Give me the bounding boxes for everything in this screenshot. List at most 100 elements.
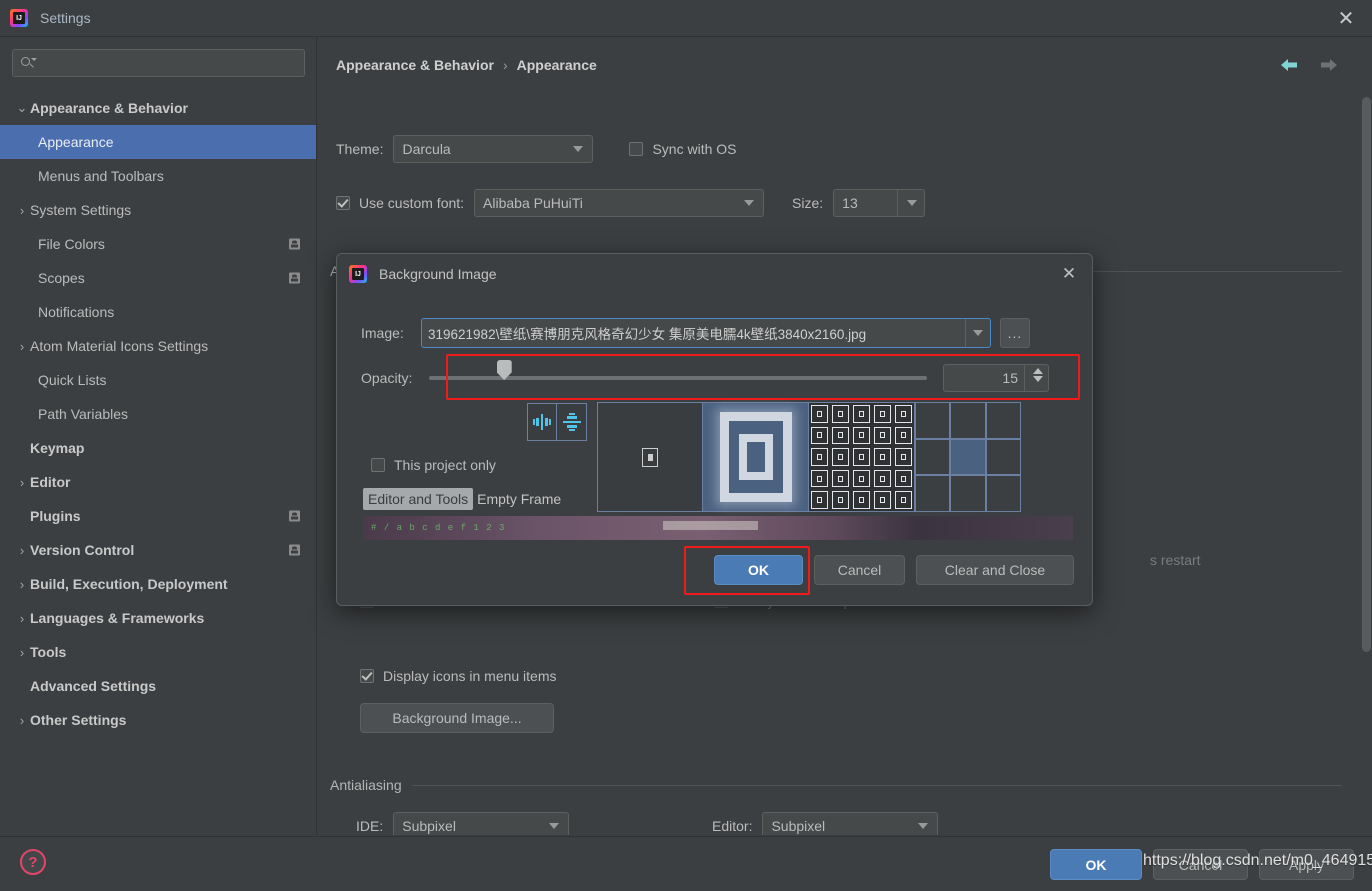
anchor-cell-middle-right[interactable] [985,438,1021,476]
tile-cell [895,426,912,445]
sidebar-item-advanced-settings[interactable]: ›Advanced Settings [0,669,316,703]
sidebar-item-editor[interactable]: › Editor [0,465,316,499]
opacity-spinner[interactable]: 15 [943,364,1049,392]
image-path-field[interactable]: 319621982\壁纸\赛博朋克风格奇幻少女 集原美电臑4k壁纸3840x21… [421,318,991,348]
fill-scale-icon[interactable] [703,402,809,512]
chevron-right-icon[interactable]: › [14,339,30,354]
editor-aa-combo[interactable]: Subpixel [762,812,939,835]
spinner-up-icon[interactable] [1033,368,1043,374]
search-box[interactable] [12,49,305,77]
menu-icons-label: Display icons in menu items [383,668,557,684]
breadcrumb-parent[interactable]: Appearance & Behavior [336,57,494,73]
anchor-cell-bottom-right[interactable] [985,475,1021,512]
anchor-cell-middle-left[interactable] [915,438,951,476]
checkbox-box [360,669,374,683]
search-input[interactable] [39,55,296,71]
back-arrow-icon[interactable] [1278,54,1300,76]
tile-cell [874,469,891,488]
close-icon[interactable]: ✕ [1320,0,1372,37]
chevron-right-icon[interactable]: › [14,577,30,592]
restart-note: s restart [1150,552,1201,568]
sidebar-item-version-control[interactable]: › Version Control [0,533,316,567]
project-scope-badge-icon [289,272,300,284]
use-custom-font-label: Use custom font: [359,195,465,211]
tile-cell [832,469,849,488]
spinner-down-icon[interactable] [1033,376,1043,382]
sidebar-item-notifications[interactable]: ›Notifications [0,295,316,329]
font-family-combo[interactable]: Alibaba PuHuiTi [474,189,765,217]
chevron-right-icon[interactable]: › [14,645,30,660]
background-image-button[interactable]: Background Image... [360,703,554,733]
font-size-combo[interactable]: 13 [833,189,926,217]
sidebar-item-build-execution-deployment[interactable]: › Build, Execution, Deployment [0,567,316,601]
sidebar-item-atom-material-icons-settings[interactable]: › Atom Material Icons Settings [0,329,316,363]
sidebar-item-scopes[interactable]: ›Scopes [0,261,316,295]
sync-with-os-label: Sync with OS [652,141,737,157]
navigation-arrows [1278,54,1340,76]
sync-with-os-checkbox[interactable]: Sync with OS [629,141,737,157]
mirror-vertical-icon[interactable] [557,403,587,441]
dialog-cancel-button[interactable]: Cancel [814,555,905,585]
anchor-cell-top-right[interactable] [985,402,1021,439]
dialog-clear-close-button[interactable]: Clear and Close [916,555,1074,585]
chevron-right-icon[interactable]: › [14,203,30,218]
forward-arrow-icon[interactable] [1318,54,1340,76]
this-project-only-checkbox[interactable]: This project only [371,457,496,473]
anchor-grid[interactable] [915,402,1021,512]
sidebar-item-label: Keymap [30,440,85,456]
theme-combo[interactable]: Darcula [393,135,594,163]
sidebar-item-path-variables[interactable]: ›Path Variables [0,397,316,431]
dialog-close-icon[interactable]: ✕ [1058,263,1080,285]
mirror-horizontal-icon[interactable] [527,403,557,441]
fill-tile-icon[interactable] [809,402,915,512]
browse-button[interactable]: ... [1000,318,1030,348]
sidebar-item-system-settings[interactable]: › System Settings [0,193,316,227]
use-custom-font-checkbox[interactable]: Use custom font: [336,195,464,211]
chevron-right-icon[interactable]: › [14,543,30,558]
sidebar-item-label: Plugins [30,508,81,524]
chevron-right-icon[interactable]: › [14,713,30,728]
tile-cell [895,405,912,423]
font-family-value: Alibaba PuHuiTi [483,195,583,211]
footer-ok-button[interactable]: OK [1050,849,1142,880]
sidebar-item-appearance[interactable]: ›Appearance [0,125,316,159]
sidebar-item-tools[interactable]: › Tools [0,635,316,669]
sidebar-item-appearance-behavior[interactable]: ⌄ Appearance & Behavior [0,91,316,125]
chevron-down-icon[interactable] [965,319,990,347]
chevron-down-icon[interactable]: ⌄ [14,100,30,116]
fill-center-icon[interactable] [597,402,703,512]
fill-mode-options [597,402,1021,512]
anchor-cell-center[interactable] [950,438,986,476]
scope-editor-and-tools[interactable]: Editor and Tools [363,488,474,510]
opacity-slider[interactable] [429,360,927,388]
dialog-ok-button[interactable]: OK [714,555,803,585]
anchor-cell-bottom-left[interactable] [915,475,951,512]
scope-empty-frame[interactable]: Empty Frame [473,488,565,510]
anchor-cell-top-left[interactable] [915,402,951,439]
watermark-text: https://blog.csdn.net/m0_46491549 [1143,852,1372,869]
custom-font-row: Use custom font: Alibaba PuHuiTi Size: 1… [336,189,926,217]
sidebar-item-languages-frameworks[interactable]: › Languages & Frameworks [0,601,316,635]
sidebar-item-quick-lists[interactable]: ›Quick Lists [0,363,316,397]
ide-aa-combo[interactable]: Subpixel [393,812,570,835]
tile-cell [853,491,870,509]
sidebar-item-other-settings[interactable]: › Other Settings [0,703,316,737]
sidebar-item-plugins[interactable]: ›Plugins [0,499,316,533]
anchor-cell-top-center[interactable] [950,402,986,439]
window-titlebar: IJ Settings ✕ [0,0,1372,37]
chevron-right-icon[interactable]: › [14,611,30,626]
intellij-idea-icon: IJ [349,265,367,283]
sidebar-item-keymap[interactable]: ›Keymap [0,431,316,465]
chevron-right-icon[interactable]: › [14,475,30,490]
antialiasing-section-title: Antialiasing [330,777,402,793]
anchor-cell-bottom-center[interactable] [950,475,986,512]
sidebar-item-file-colors[interactable]: ›File Colors [0,227,316,261]
menu-icons-checkbox[interactable]: Display icons in menu items [360,668,557,684]
vertical-scrollbar[interactable] [1362,97,1371,652]
ide-aa-label: IDE: [356,818,384,834]
tile-cell [895,448,912,466]
tile-cell [853,469,870,488]
help-question-icon[interactable]: ? [20,849,46,875]
tile-cell [811,491,828,509]
sidebar-item-menus-and-toolbars[interactable]: ›Menus and Toolbars [0,159,316,193]
